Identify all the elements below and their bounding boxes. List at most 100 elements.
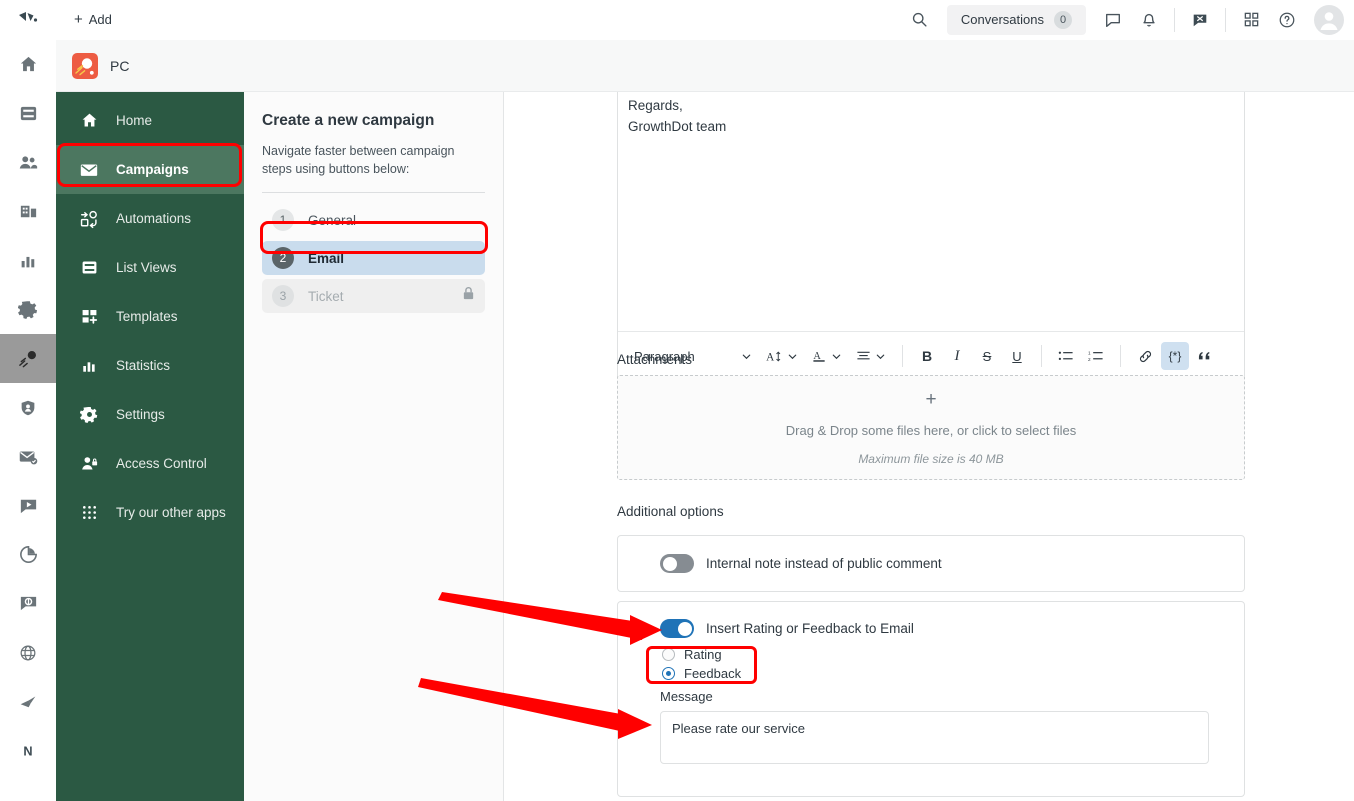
step-email[interactable]: 2 Email	[262, 241, 485, 276]
internal-note-toggle[interactable]	[660, 554, 694, 573]
sidebar-item-home[interactable]: Home	[56, 96, 244, 145]
rail-item-analytics[interactable]	[0, 530, 56, 579]
message-textarea[interactable]	[660, 711, 1209, 764]
sidebar-item-campaigns[interactable]: Campaigns	[56, 145, 244, 194]
italic-button[interactable]: I	[943, 342, 971, 370]
bell-icon[interactable]	[1132, 3, 1166, 37]
step-label: Email	[308, 250, 345, 266]
rail-item-cleanup[interactable]	[0, 677, 56, 726]
pc-app-icon	[72, 52, 98, 79]
list-views-icon	[78, 258, 100, 277]
top-bar-left: + Add	[0, 0, 122, 40]
rail-item-home[interactable]	[0, 40, 56, 89]
toolbar-divider-2	[1041, 345, 1042, 367]
font-color-select[interactable]: A	[806, 342, 848, 370]
sidebar-item-automations[interactable]: Automations	[56, 194, 244, 243]
app-root: + Add Conversations 0 N PC Home Campaign…	[0, 0, 1354, 801]
strike-label: S	[982, 348, 992, 364]
step-number: 1	[272, 209, 294, 232]
font-color-icon: A	[813, 351, 825, 362]
strikethrough-button[interactable]: S	[973, 342, 1001, 370]
chevron-down-icon	[876, 354, 885, 359]
svg-text:A: A	[766, 351, 775, 363]
page-title: PC	[110, 57, 130, 74]
bullet-list-button[interactable]	[1052, 342, 1080, 370]
sidebar: Home Campaigns Automations List Views Te…	[56, 92, 244, 801]
rail-item-globe[interactable]	[0, 628, 56, 677]
step-general[interactable]: 1 General	[262, 203, 485, 237]
step-label: General	[308, 212, 357, 228]
bold-button[interactable]: B	[913, 342, 941, 370]
internal-note-row: Internal note instead of public comment	[618, 536, 1244, 573]
link-button[interactable]	[1131, 342, 1159, 370]
speech-bubble-icon[interactable]	[1096, 3, 1130, 37]
campaign-steps-panel: Create a new campaign Navigate faster be…	[244, 92, 504, 801]
step-ticket[interactable]: 3 Ticket	[262, 279, 485, 314]
sidebar-item-label: Access Control	[116, 456, 207, 471]
editor-line-1: Regards,	[628, 98, 683, 113]
rail-item-access[interactable]	[0, 383, 56, 432]
sidebar-item-settings[interactable]: Settings	[56, 390, 244, 439]
radio-option-rating[interactable]: Rating	[662, 645, 1244, 664]
grid-apps-icon[interactable]	[1234, 3, 1268, 37]
editor-text-area[interactable]: Regards, GrowthDot team	[618, 92, 1244, 331]
align-select[interactable]	[850, 342, 892, 370]
blockquote-icon	[1198, 351, 1210, 360]
radio-rating-label: Rating	[684, 647, 722, 662]
radio-feedback-input[interactable]	[662, 667, 675, 680]
underline-button[interactable]: U	[1003, 342, 1031, 370]
rail-item-chat[interactable]	[0, 579, 56, 628]
rail-item-views[interactable]	[0, 89, 56, 138]
rail-item-notify[interactable]: N	[0, 726, 56, 775]
rating-feedback-radio-group: Rating Feedback	[620, 645, 1244, 683]
link-icon	[1139, 350, 1151, 362]
main-content: Regards, GrowthDot team Paragraph A A B …	[504, 92, 1354, 801]
messaging-close-icon[interactable]	[1183, 3, 1217, 37]
svg-text:1: 1	[1088, 350, 1091, 355]
sidebar-item-access-control[interactable]: Access Control	[56, 439, 244, 488]
sidebar-item-label: List Views	[116, 260, 177, 275]
attachments-dropzone[interactable]: + Drag & Drop some files here, or click …	[617, 375, 1245, 480]
user-avatar-icon[interactable]	[1314, 4, 1344, 35]
rail-item-campaigns[interactable]	[0, 334, 56, 383]
rail-item-admin[interactable]	[0, 285, 56, 334]
zendesk-logo-icon[interactable]	[0, 0, 56, 40]
radio-option-feedback[interactable]: Feedback	[662, 664, 1244, 683]
svg-text:A: A	[813, 351, 821, 362]
sidebar-item-templates[interactable]: Templates	[56, 292, 244, 341]
sidebar-item-label: Campaigns	[116, 162, 189, 177]
insert-rating-toggle[interactable]	[660, 619, 694, 638]
email-editor: Regards, GrowthDot team Paragraph A A B …	[617, 92, 1245, 410]
rail-item-video[interactable]	[0, 481, 56, 530]
rail-item-reporting[interactable]	[0, 236, 56, 285]
additional-options-label: Additional options	[617, 504, 724, 519]
chevron-down-icon	[832, 354, 841, 359]
rail-item-organizations[interactable]	[0, 187, 56, 236]
steps-panel-title: Create a new campaign	[262, 112, 435, 129]
font-size-select[interactable]: A	[760, 342, 804, 370]
sidebar-item-list-views[interactable]: List Views	[56, 243, 244, 292]
blockquote-button[interactable]	[1191, 342, 1219, 370]
question-circle-icon[interactable]	[1270, 3, 1304, 37]
dropzone-max-size: Maximum file size is 40 MB	[858, 451, 1004, 466]
sidebar-item-try-other-apps[interactable]: Try our other apps	[56, 488, 244, 537]
svg-text:2: 2	[1088, 357, 1091, 362]
rail-item-customers[interactable]	[0, 138, 56, 187]
placeholder-button[interactable]: {*}	[1161, 342, 1189, 370]
editor-line-2: GrowthDot team	[628, 118, 727, 134]
toggle-knob	[662, 556, 677, 571]
top-bar: + Add Conversations 0	[0, 0, 1354, 40]
sidebar-item-label: Home	[116, 113, 153, 128]
sidebar-item-statistics[interactable]: Statistics	[56, 341, 244, 390]
envelope-icon	[78, 160, 100, 180]
conversations-button[interactable]: Conversations 0	[946, 4, 1086, 35]
radio-feedback-label: Feedback	[684, 666, 742, 681]
numbered-list-button[interactable]: 12	[1082, 342, 1110, 370]
search-icon[interactable]	[903, 3, 937, 37]
add-button[interactable]: + Add	[64, 8, 122, 31]
radio-rating-input[interactable]	[662, 648, 675, 661]
conversations-label: Conversations	[960, 12, 1044, 27]
underline-label: U	[1012, 348, 1022, 364]
dropzone-text: Drag & Drop some files here, or click to…	[785, 422, 1077, 438]
rail-item-email[interactable]	[0, 432, 56, 481]
